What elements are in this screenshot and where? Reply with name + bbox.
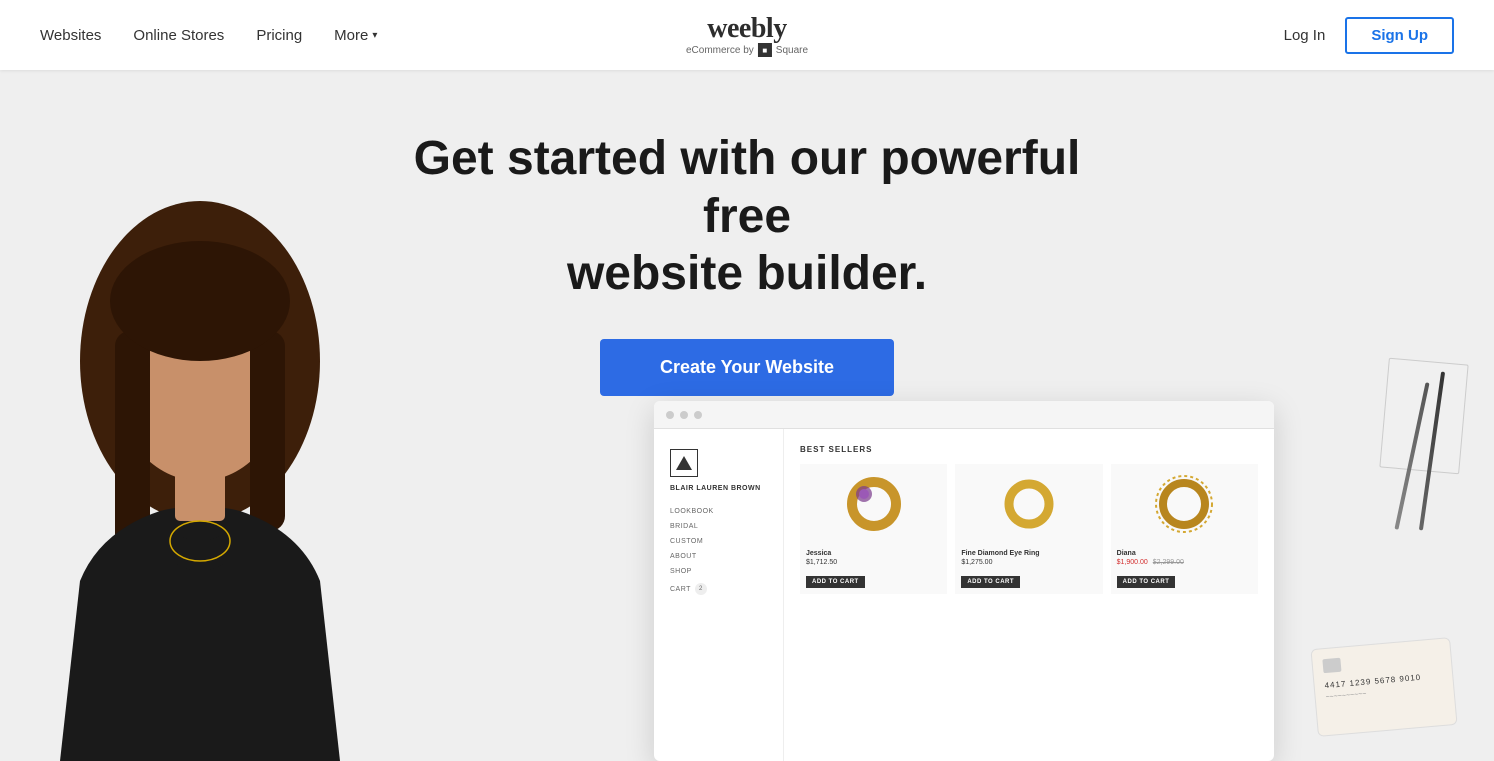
nav-websites[interactable]: Websites bbox=[40, 27, 101, 44]
mockup-main-content: BEST SELLERS bbox=[784, 429, 1274, 761]
notebook-decoration bbox=[1379, 358, 1468, 475]
sidebar-menu-cart: CART 2 bbox=[670, 583, 767, 595]
create-website-button[interactable]: Create Your Website bbox=[600, 339, 894, 396]
nav-pricing[interactable]: Pricing bbox=[256, 27, 302, 44]
window-dot-2 bbox=[680, 411, 688, 419]
login-button[interactable]: Log In bbox=[1284, 27, 1326, 44]
website-mockup: BLAIR LAUREN BROWN LOOKBOOK BRIDAL CUSTO… bbox=[654, 401, 1274, 761]
sidebar-brand-name: BLAIR LAUREN BROWN bbox=[670, 485, 767, 492]
add-to-cart-button-1[interactable]: ADD TO CART bbox=[806, 576, 865, 588]
products-grid: Jessica $1,712.50 ADD TO CART bbox=[800, 464, 1258, 594]
product-image-3 bbox=[1111, 464, 1258, 544]
credit-card-decoration: 4417 1239 5678 9010 ~~~~~~~~~~ bbox=[1310, 637, 1457, 737]
sidebar-menu-lookbook: LOOKBOOK bbox=[670, 508, 767, 515]
product-price-2: $1,275.00 bbox=[961, 559, 1096, 566]
add-to-cart-button-2[interactable]: ADD TO CART bbox=[961, 576, 1020, 588]
product-info-3: Diana $1,900.00 $2,299.00 ADD TO CART bbox=[1111, 544, 1258, 594]
chevron-down-icon: ▾ bbox=[372, 30, 377, 41]
hero-section: Get started with our powerful free websi… bbox=[0, 70, 1494, 761]
hero-title: Get started with our powerful free websi… bbox=[397, 130, 1097, 303]
product-info-2: Fine Diamond Eye Ring $1,275.00 ADD TO C… bbox=[955, 544, 1102, 594]
logo-text: weebly bbox=[686, 13, 808, 45]
card-chip-icon bbox=[1322, 658, 1341, 674]
sidebar-menu-about: ABOUT bbox=[670, 553, 767, 560]
nav-right: Log In Sign Up bbox=[1284, 17, 1454, 54]
sidebar-menu-bridal: BRIDAL bbox=[670, 523, 767, 530]
mockup-body: BLAIR LAUREN BROWN LOOKBOOK BRIDAL CUSTO… bbox=[654, 429, 1274, 761]
mockup-titlebar bbox=[654, 401, 1274, 429]
sidebar-menu-custom: CUSTOM bbox=[670, 538, 767, 545]
product-card-2: Fine Diamond Eye Ring $1,275.00 ADD TO C… bbox=[955, 464, 1102, 594]
product-name-1: Jessica bbox=[806, 550, 941, 557]
triangle-icon bbox=[676, 456, 692, 470]
original-price: $2,299.00 bbox=[1153, 559, 1184, 566]
window-dot-3 bbox=[694, 411, 702, 419]
nav-logo: weebly eCommerce by ■ Square bbox=[686, 13, 808, 57]
product-card-3: Diana $1,900.00 $2,299.00 ADD TO CART bbox=[1111, 464, 1258, 594]
cart-badge: 2 bbox=[695, 583, 707, 595]
product-price-3: $1,900.00 $2,299.00 bbox=[1117, 559, 1252, 566]
add-to-cart-button-3[interactable]: ADD TO CART bbox=[1117, 576, 1176, 588]
mockup-sidebar: BLAIR LAUREN BROWN LOOKBOOK BRIDAL CUSTO… bbox=[654, 429, 784, 761]
nav-more-label: More bbox=[334, 27, 368, 44]
square-icon: ■ bbox=[758, 43, 772, 57]
sidebar-menu-shop: SHOP bbox=[670, 568, 767, 575]
mockup-window: BLAIR LAUREN BROWN LOOKBOOK BRIDAL CUSTO… bbox=[654, 401, 1274, 761]
product-price-1: $1,712.50 bbox=[806, 559, 941, 566]
product-name-3: Diana bbox=[1117, 550, 1252, 557]
logo-subtext: eCommerce by ■ Square bbox=[686, 43, 808, 57]
sidebar-logo-icon bbox=[670, 449, 698, 477]
product-name-2: Fine Diamond Eye Ring bbox=[961, 550, 1096, 557]
best-sellers-label: BEST SELLERS bbox=[800, 445, 1258, 454]
nav-more-button[interactable]: More ▾ bbox=[334, 27, 377, 44]
navbar: Websites Online Stores Pricing More ▾ we… bbox=[0, 0, 1494, 70]
signup-button[interactable]: Sign Up bbox=[1345, 17, 1454, 54]
nav-left: Websites Online Stores Pricing More ▾ bbox=[40, 27, 377, 44]
person-image bbox=[0, 181, 440, 761]
sale-price: $1,900.00 bbox=[1117, 559, 1148, 566]
product-card-1: Jessica $1,712.50 ADD TO CART bbox=[800, 464, 947, 594]
product-image-1 bbox=[800, 464, 947, 544]
product-image-2 bbox=[955, 464, 1102, 544]
decorative-items: 4417 1239 5678 9010 ~~~~~~~~~~ bbox=[1264, 361, 1464, 741]
product-info-1: Jessica $1,712.50 ADD TO CART bbox=[800, 544, 947, 594]
nav-online-stores[interactable]: Online Stores bbox=[133, 27, 224, 44]
window-dot-1 bbox=[666, 411, 674, 419]
